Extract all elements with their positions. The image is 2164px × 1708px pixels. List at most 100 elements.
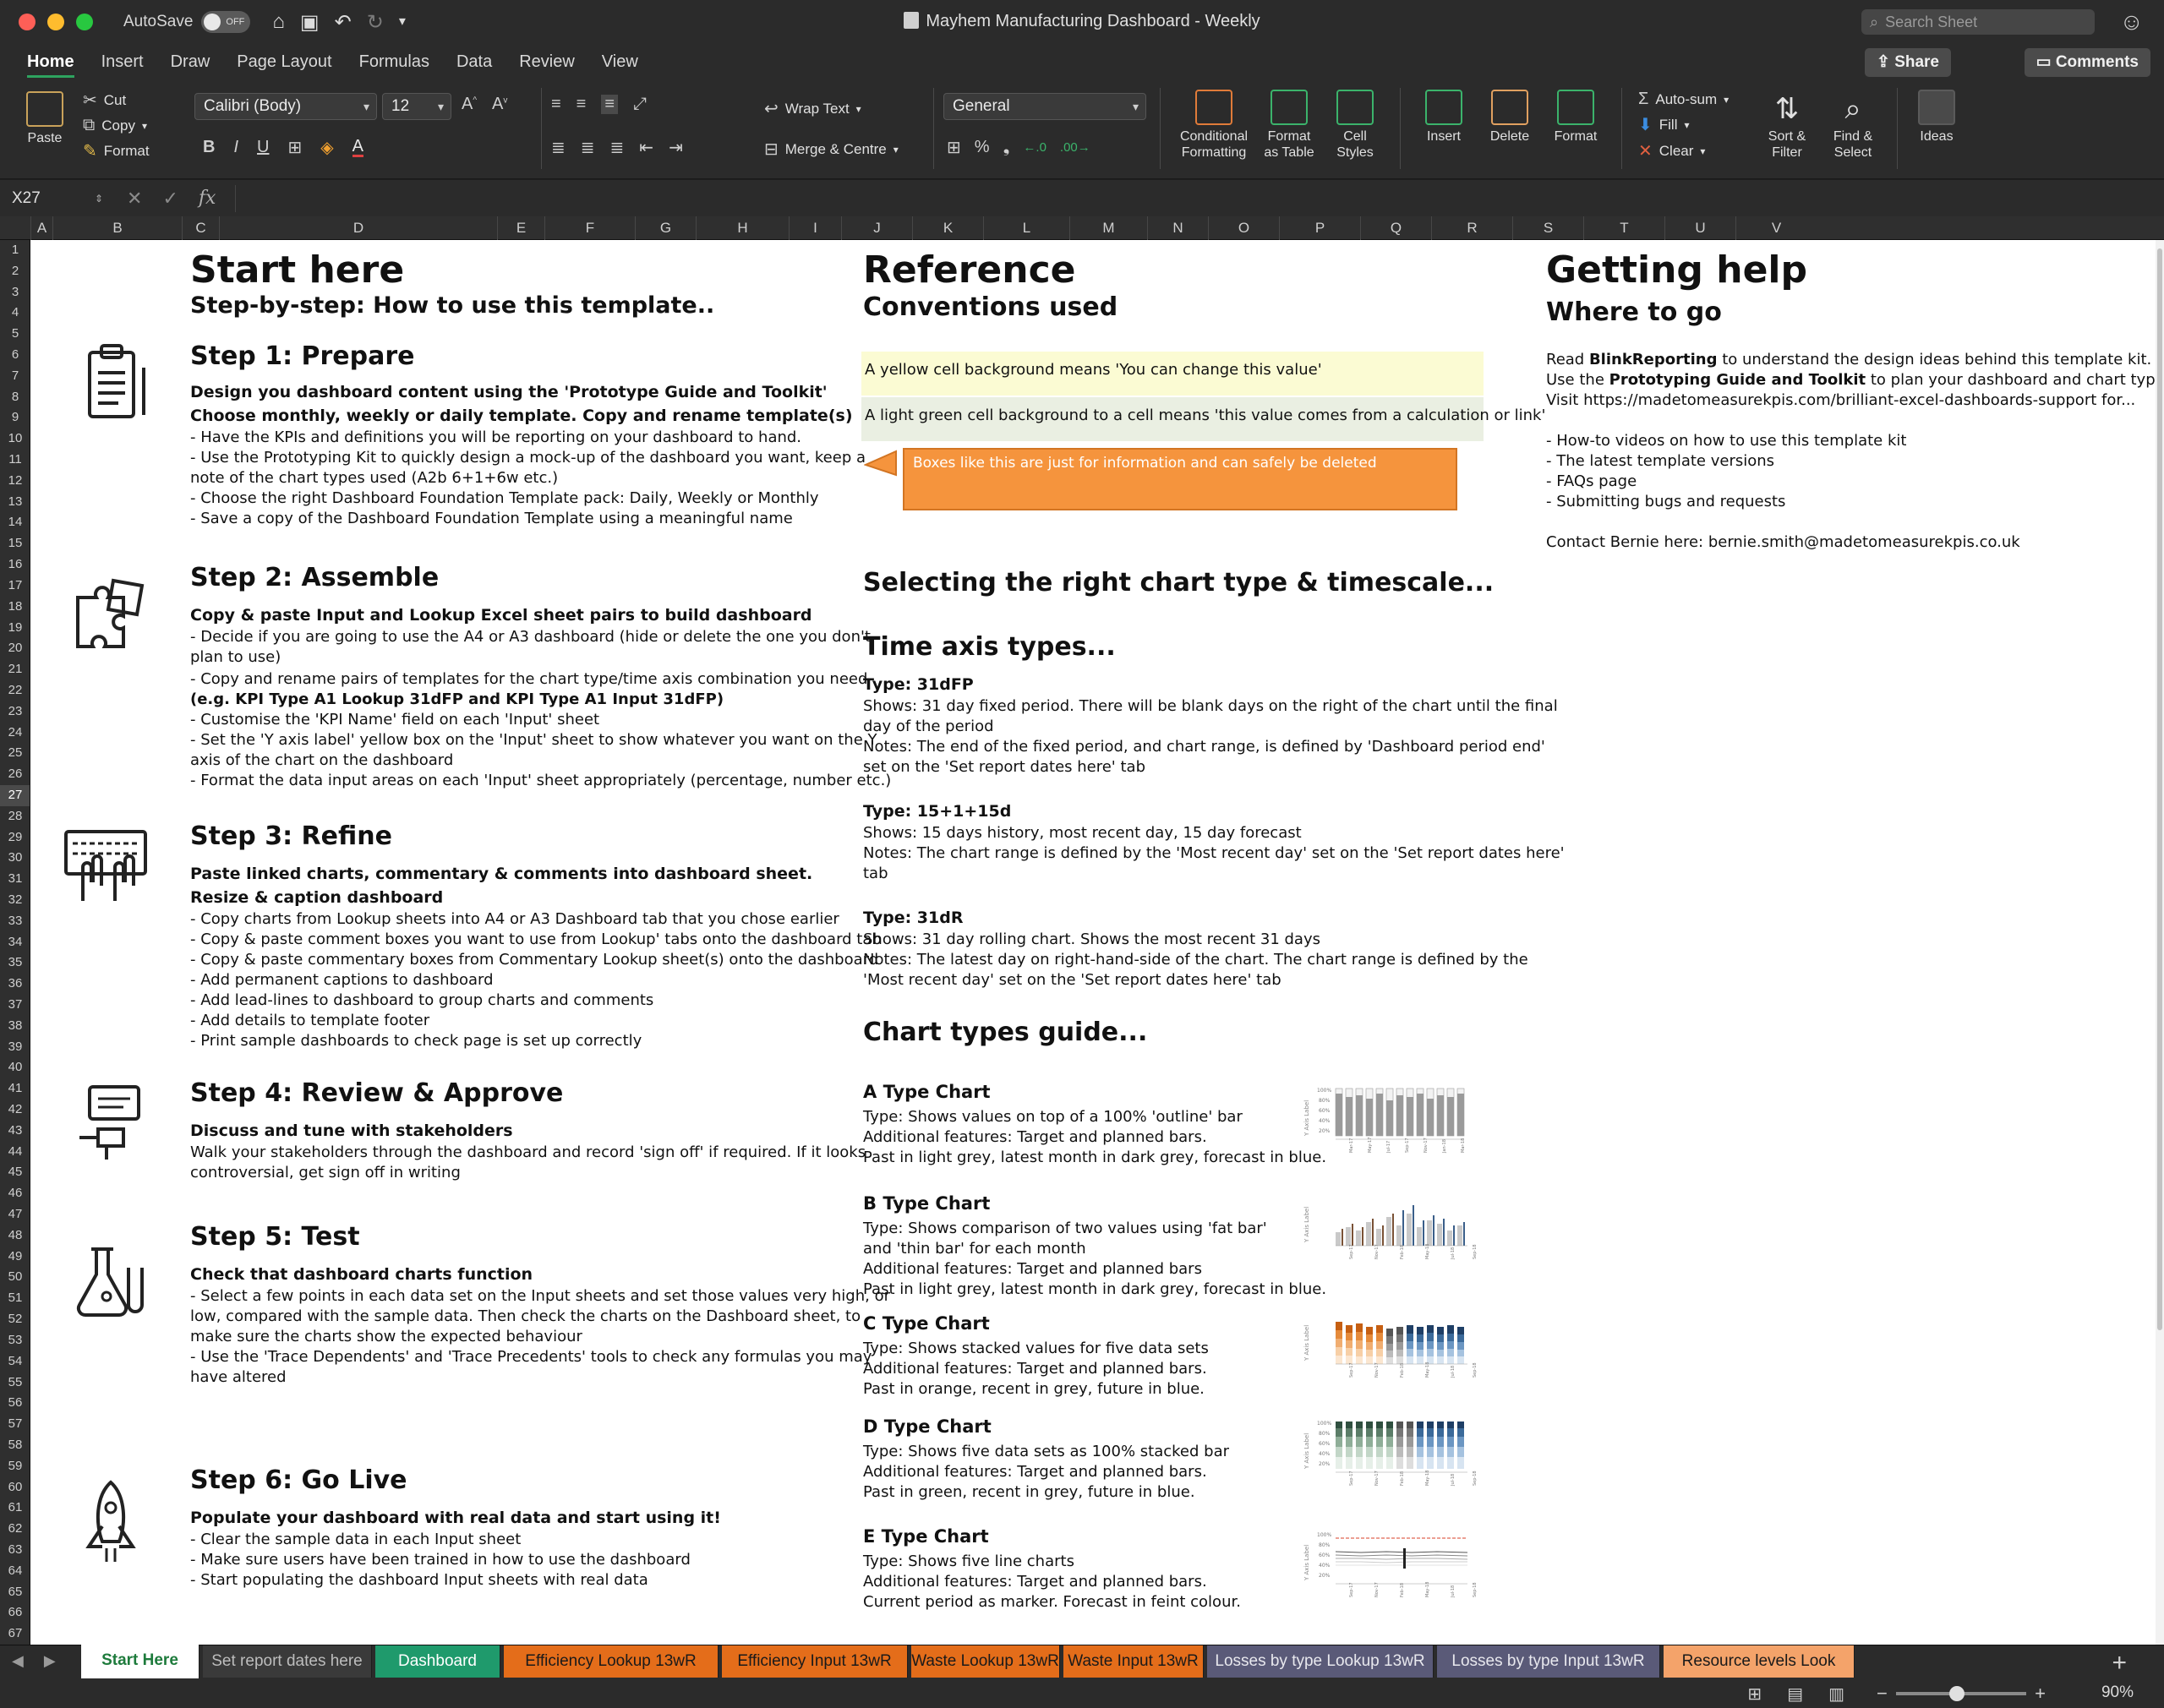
align-center-icon[interactable]: ≣ xyxy=(581,137,595,158)
row-header-48[interactable]: 48 xyxy=(0,1225,30,1247)
column-header-h[interactable]: H xyxy=(696,216,789,240)
tab-page-layout[interactable]: Page Layout xyxy=(223,44,345,79)
format-cells-button[interactable]: Format xyxy=(1544,90,1608,145)
row-header-38[interactable]: 38 xyxy=(0,1016,30,1037)
row-header-41[interactable]: 41 xyxy=(0,1078,30,1100)
tab-formulas[interactable]: Formulas xyxy=(346,44,443,79)
autosave-toggle[interactable]: OFF xyxy=(201,11,251,33)
wrap-text-button[interactable]: ↩ Wrap Text ▾ xyxy=(764,98,861,119)
find-select-button[interactable]: ⌕ Find & Select xyxy=(1821,90,1885,161)
comments-button[interactable]: ▭ Comments xyxy=(2024,48,2150,77)
row-header-56[interactable]: 56 xyxy=(0,1393,30,1414)
next-sheet-icon[interactable]: ▶ xyxy=(44,1652,56,1670)
row-header-23[interactable]: 23 xyxy=(0,701,30,723)
insert-function-icon[interactable]: fx xyxy=(199,185,216,212)
cell-styles-button[interactable]: Cell Styles xyxy=(1325,90,1385,161)
decrease-indent-icon[interactable]: ⇤ xyxy=(639,137,653,158)
close-window-button[interactable] xyxy=(19,14,36,30)
row-header-30[interactable]: 30 xyxy=(0,848,30,869)
contact-line[interactable]: Contact Bernie here: bernie.smith@madeto… xyxy=(1546,532,2020,553)
sheet-tab[interactable]: Start Here xyxy=(81,1645,199,1678)
column-header-i[interactable]: I xyxy=(789,216,841,240)
column-header-j[interactable]: J xyxy=(841,216,912,240)
column-header-f[interactable]: F xyxy=(544,216,635,240)
row-header-27[interactable]: 27 xyxy=(0,784,30,806)
row-header-58[interactable]: 58 xyxy=(0,1435,30,1456)
row-header-4[interactable]: 4 xyxy=(0,303,30,324)
column-header-a[interactable]: A xyxy=(30,216,52,240)
row-header-6[interactable]: 6 xyxy=(0,345,30,366)
align-left-icon[interactable]: ≣ xyxy=(551,137,566,158)
name-box[interactable]: X27 ⇕ xyxy=(0,185,108,212)
row-header-43[interactable]: 43 xyxy=(0,1121,30,1142)
increase-indent-icon[interactable]: ⇥ xyxy=(669,137,683,158)
row-header-55[interactable]: 55 xyxy=(0,1372,30,1394)
row-header-25[interactable]: 25 xyxy=(0,743,30,764)
font-size-select[interactable]: 12 ▾ xyxy=(382,93,451,120)
zoom-slider[interactable] xyxy=(1895,1686,2027,1701)
tab-view[interactable]: View xyxy=(588,44,652,79)
underline-icon[interactable]: U xyxy=(257,138,269,157)
row-header-3[interactable]: 3 xyxy=(0,282,30,303)
align-top-icon[interactable]: ≡ xyxy=(551,95,561,114)
previous-sheet-icon[interactable]: ◀ xyxy=(12,1652,24,1670)
percent-style-button[interactable]: % xyxy=(975,138,990,157)
fill-button[interactable]: ⬇ Fill ▾ xyxy=(1638,114,1729,135)
row-header-8[interactable]: 8 xyxy=(0,387,30,408)
sheet-tab[interactable]: Waste Input 13wR xyxy=(1063,1645,1204,1678)
row-header-10[interactable]: 10 xyxy=(0,428,30,450)
row-header-18[interactable]: 18 xyxy=(0,597,30,618)
align-bottom-icon[interactable]: ≡ xyxy=(601,95,619,114)
formula-input[interactable] xyxy=(235,185,2140,212)
normal-view-icon[interactable]: ⊞ xyxy=(1747,1683,1762,1705)
worksheet-grid[interactable]: Start here Step-by-step: How to use this… xyxy=(30,240,2156,1645)
autosum-button[interactable]: Σ Auto-sum ▾ xyxy=(1638,90,1729,109)
row-header-9[interactable]: 9 xyxy=(0,407,30,428)
row-header-5[interactable]: 5 xyxy=(0,324,30,345)
column-header-u[interactable]: U xyxy=(1664,216,1735,240)
row-header-47[interactable]: 47 xyxy=(0,1204,30,1225)
merge-centre-button[interactable]: ⊟ Merge & Centre ▾ xyxy=(764,139,899,160)
format-painter-button[interactable]: ✎ Format xyxy=(83,140,150,161)
row-header-16[interactable]: 16 xyxy=(0,554,30,576)
page-break-view-icon[interactable]: ▥ xyxy=(1828,1683,1844,1705)
row-header-59[interactable]: 59 xyxy=(0,1456,30,1477)
increase-font-icon[interactable]: A^ xyxy=(462,95,477,114)
clear-button[interactable]: ✕ Clear ▾ xyxy=(1638,140,1729,161)
column-header-q[interactable]: Q xyxy=(1360,216,1431,240)
undo-icon[interactable]: ↶ xyxy=(335,10,352,35)
tab-review[interactable]: Review xyxy=(505,44,588,79)
row-header-31[interactable]: 31 xyxy=(0,869,30,890)
row-header-37[interactable]: 37 xyxy=(0,995,30,1016)
row-header-13[interactable]: 13 xyxy=(0,492,30,513)
zoom-slider-knob[interactable] xyxy=(1948,1686,1965,1701)
support-url-line[interactable]: Visit https://madetomeasurekpis.com/bril… xyxy=(1546,390,2135,411)
italic-icon[interactable]: I xyxy=(233,138,238,157)
column-header-g[interactable]: G xyxy=(635,216,696,240)
sheet-tab[interactable]: Efficiency Lookup 13wR xyxy=(504,1645,719,1678)
column-header-c[interactable]: C xyxy=(182,216,219,240)
minimize-window-button[interactable] xyxy=(47,14,64,30)
row-header-53[interactable]: 53 xyxy=(0,1330,30,1351)
sheet-tab[interactable]: Resource levels Look xyxy=(1664,1645,1855,1678)
row-header-51[interactable]: 51 xyxy=(0,1288,30,1309)
column-header-l[interactable]: L xyxy=(983,216,1069,240)
font-name-select[interactable]: Calibri (Body) ▾ xyxy=(194,93,377,120)
fill-color-icon[interactable]: ◈ xyxy=(320,137,333,158)
format-as-table-button[interactable]: Format as Table xyxy=(1260,90,1319,161)
row-header-63[interactable]: 63 xyxy=(0,1540,30,1561)
sheet-tab[interactable]: Waste Lookup 13wR xyxy=(911,1645,1060,1678)
row-header-34[interactable]: 34 xyxy=(0,932,30,953)
comma-style-icon[interactable]: ❟ xyxy=(1003,138,1010,157)
ideas-button[interactable]: Ideas xyxy=(1909,90,1965,145)
row-header-39[interactable]: 39 xyxy=(0,1037,30,1058)
row-header-64[interactable]: 64 xyxy=(0,1561,30,1582)
number-format-select[interactable]: General ▾ xyxy=(943,93,1146,120)
font-color-icon[interactable]: A xyxy=(352,138,363,157)
blink-reporting-link[interactable]: BlinkReporting xyxy=(1589,351,1718,368)
redo-icon[interactable]: ↻ xyxy=(367,10,384,35)
decrease-decimal-icon[interactable]: .00→ xyxy=(1060,140,1090,155)
tab-insert[interactable]: Insert xyxy=(88,44,157,79)
row-header-15[interactable]: 15 xyxy=(0,533,30,554)
row-header-26[interactable]: 26 xyxy=(0,764,30,785)
